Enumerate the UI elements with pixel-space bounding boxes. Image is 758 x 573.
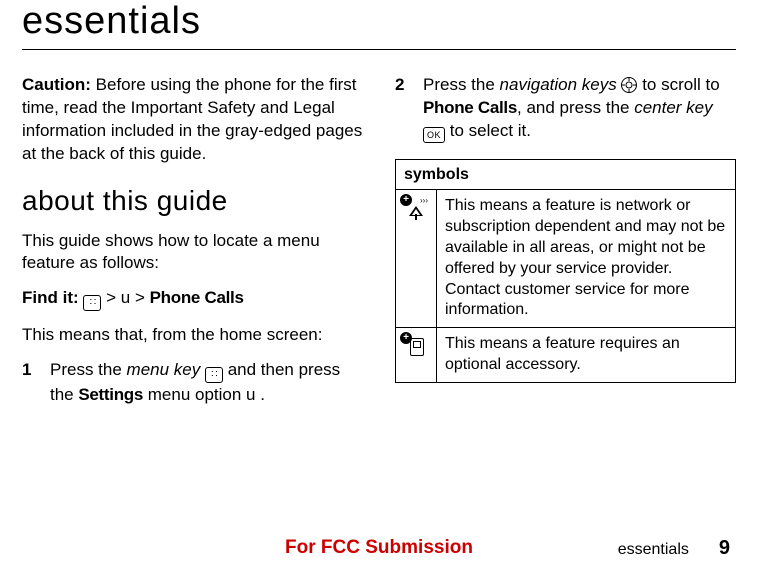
menu-key-icon: ∷ (83, 289, 101, 312)
accessory-required-icon: + (404, 336, 428, 360)
step2-navkeys-term: navigation keys (500, 75, 617, 94)
page-title: essentials (22, 0, 736, 43)
network-dependent-icon: ››› + (404, 198, 428, 222)
steps-list-left: 1 Press the menu key ∷ and then press th… (22, 359, 363, 407)
step-2-number: 2 (395, 74, 409, 145)
caution-paragraph: Caution: Before using the phone for the … (22, 74, 363, 166)
findit-u-glyph: u (121, 288, 130, 307)
step1-end: . (256, 385, 265, 404)
symbols-header-row: symbols (396, 159, 736, 190)
network-dependent-icon-cell: ››› + (396, 190, 437, 328)
findit-sep1: > (101, 288, 120, 307)
step2-text-c: , and press the (517, 98, 634, 117)
symbol-network-text: This means a feature is network or subsc… (437, 190, 736, 328)
step1-settings: Settings (78, 385, 143, 404)
step2-text-d: to select it. (445, 121, 531, 140)
title-rule (22, 49, 736, 50)
step2-text-b: to scroll to (637, 75, 719, 94)
footer-section-name: essentials (618, 541, 689, 559)
step1-text-c: menu option (143, 385, 246, 404)
steps-list-right: 2 Press the navigation keys to scroll to… (395, 74, 736, 145)
footer-page-number: 9 (719, 537, 730, 560)
symbols-table: symbols ››› + This means a feature is ne… (395, 159, 736, 383)
menu-key-icon: ∷ (205, 361, 223, 384)
footer-right: essentials 9 (618, 537, 730, 560)
step2-text-a: Press the (423, 75, 500, 94)
accessory-required-icon-cell: + (396, 328, 437, 383)
page-root: essentials Caution: Before using the pho… (0, 0, 758, 573)
means-intro: This means that, from the home screen: (22, 324, 363, 347)
about-intro: This guide shows how to locate a menu fe… (22, 230, 363, 276)
step-1: 1 Press the menu key ∷ and then press th… (22, 359, 363, 407)
right-column: 2 Press the navigation keys to scroll to… (395, 74, 736, 417)
step2-phone-calls: Phone Calls (423, 98, 517, 117)
step-2: 2 Press the navigation keys to scroll to… (395, 74, 736, 145)
page-footer: For FCC Submission essentials 9 (0, 537, 758, 559)
symbol-accessory-text: This means a feature requires an optiona… (437, 328, 736, 383)
symbol-row-accessory: + This means a feature requires an optio… (396, 328, 736, 383)
step-1-body: Press the menu key ∷ and then press the … (50, 359, 363, 407)
step-2-body: Press the navigation keys to scroll to P… (423, 74, 736, 145)
ok-key-icon: OK (423, 122, 445, 145)
find-it-label: Find it: (22, 288, 79, 307)
caution-label: Caution: (22, 75, 91, 94)
navigation-key-icon (621, 77, 637, 93)
left-column: Caution: Before using the phone for the … (22, 74, 363, 417)
symbols-header: symbols (396, 159, 736, 190)
symbol-row-network: ››› + This means a feature is network or… (396, 190, 736, 328)
about-this-guide-heading: about this guide (22, 182, 363, 220)
step1-text-a: Press the (50, 360, 127, 379)
step1-menu-key-term: menu key (127, 360, 201, 379)
fcc-submission-label: For FCC Submission (285, 537, 473, 559)
two-column-layout: Caution: Before using the phone for the … (22, 74, 736, 417)
find-it-line: Find it: ∷ > u > Phone Calls (22, 287, 363, 312)
findit-phone-calls: Phone Calls (150, 288, 244, 307)
step2-center-key-term: center key (634, 98, 712, 117)
step-1-number: 1 (22, 359, 36, 407)
step1-u-glyph: u (246, 385, 255, 404)
findit-sep2: > (130, 288, 149, 307)
